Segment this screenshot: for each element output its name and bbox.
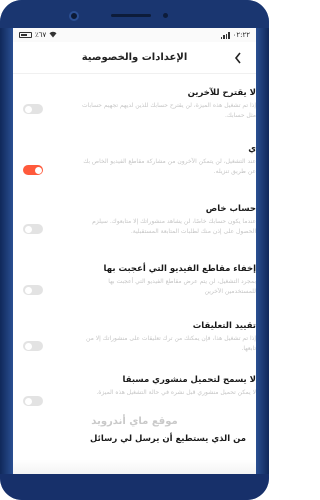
wifi-icon <box>49 31 57 40</box>
status-bar: ٪٦٧ ٠٢:٢٢ <box>13 28 256 42</box>
screen: ٪٦٧ ٠٢:٢٢ الإعدادات والخصوصية لا يقترح ل… <box>13 28 256 474</box>
setting-row-download[interactable]: ي عند التشغيل، لن يتمكن الآخرون من مشارك… <box>33 144 256 177</box>
setting-title: إخفاء مقاطع الفيديو التي أعجبت بها <box>103 264 256 274</box>
setting-title: حساب خاص <box>205 204 256 214</box>
battery-icon <box>19 32 32 38</box>
battery-percent: ٪٦٧ <box>35 31 47 39</box>
phone-top-bezel <box>0 0 269 28</box>
status-right: ٠٢:٢٢ <box>220 31 250 39</box>
phone-bottom-bezel <box>0 474 269 500</box>
status-left: ٪٦٧ <box>19 31 57 40</box>
signal-icon <box>220 31 230 39</box>
back-arrow-icon[interactable] <box>234 51 246 65</box>
who-can-message-item[interactable]: من الذي يستطيع أن يرسل لي رسائل <box>90 434 246 444</box>
setting-description: عند التشغيل، لن يتمكن الآخرون من مشاركة … <box>83 158 256 175</box>
setting-row-restrict-comments[interactable]: تقييد التعليقات إذا تم تشغيل هذا، فإن يم… <box>33 321 256 354</box>
page-title: الإعدادات والخصوصية <box>81 52 188 63</box>
setting-title: لا يقترح للآخرين <box>187 88 256 98</box>
phone-frame: ٪٦٧ ٠٢:٢٢ الإعدادات والخصوصية لا يقترح ل… <box>0 0 269 500</box>
setting-row-no-predownload[interactable]: لا يسمح لتحميل منشوري مسبقا لا يمكن تحمي… <box>33 375 256 398</box>
setting-description: إذا تم تشغيل هذا، فإن يمكنك من ترك تعليق… <box>86 335 256 352</box>
setting-description: عندما يكون حسابك خاصًا، لن يشاهد منشورات… <box>92 218 256 235</box>
status-time: ٠٢:٢٢ <box>232 31 250 39</box>
setting-row-suggest[interactable]: لا يقترح للآخرين إذا تم تشغيل هذه الميزة… <box>33 88 256 121</box>
settings-list: لا يقترح للآخرين إذا تم تشغيل هذه الميزة… <box>13 74 256 414</box>
setting-title: ي <box>248 144 256 154</box>
setting-row-hide-liked[interactable]: إخفاء مقاطع الفيديو التي أعجبت بها بمجرد… <box>33 264 256 297</box>
setting-row-private-account[interactable]: حساب خاص عندما يكون حسابك خاصًا، لن يشاه… <box>33 204 256 237</box>
front-camera-icon <box>69 11 79 21</box>
setting-description: بمجرد التشغيل، لن يتم عرض مقاطع الفيديو … <box>108 278 256 295</box>
toggle-restrict-comments[interactable] <box>23 341 43 351</box>
left-bezel <box>0 28 13 474</box>
toggle-hide-liked[interactable] <box>23 285 43 295</box>
setting-title: تقييد التعليقات <box>192 321 256 331</box>
header-bar: الإعدادات والخصوصية <box>13 42 256 74</box>
earpiece-speaker <box>111 14 151 17</box>
toggle-no-predownload[interactable] <box>23 396 43 406</box>
setting-title: لا يسمح لتحميل منشوري مسبقا <box>122 375 256 385</box>
toggle-download[interactable] <box>23 165 43 175</box>
right-bezel <box>256 28 269 474</box>
toggle-suggest[interactable] <box>23 104 43 114</box>
toggle-private-account[interactable] <box>23 224 43 234</box>
bottom-fade <box>13 460 256 474</box>
watermark-text: موقع ماي أندرويد <box>91 416 178 427</box>
proximity-sensor <box>163 13 168 18</box>
setting-description: إذا تم تشغيل هذه الميزة، لن يقترح حسابك … <box>81 102 256 119</box>
setting-description: لا يمكن تحميل منشوري قبل نشره في حالة ال… <box>96 389 256 396</box>
